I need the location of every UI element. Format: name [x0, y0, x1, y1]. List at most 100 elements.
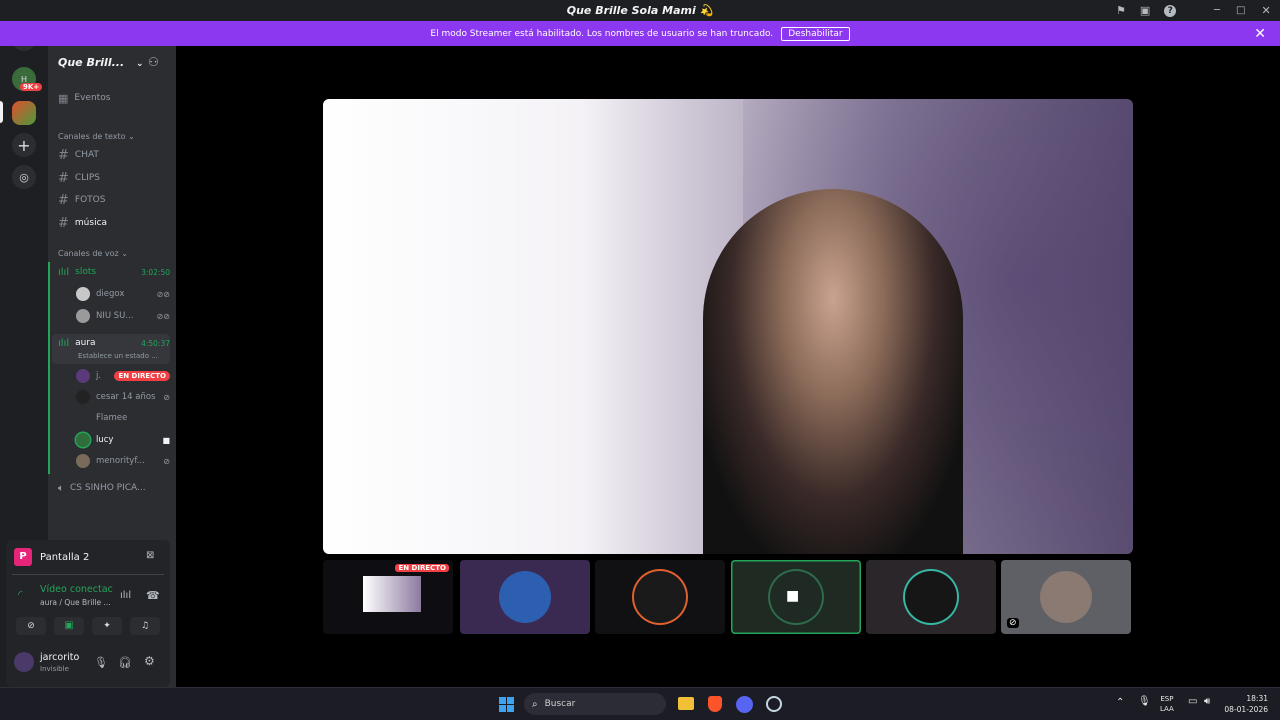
microphone-tray-icon[interactable]: 🎙︎ — [1138, 696, 1151, 707]
close-banner-icon[interactable]: ✕ — [1254, 26, 1266, 42]
screen-share-button[interactable]: ▣ — [54, 617, 84, 635]
screen-icon[interactable]: ▣ — [1140, 4, 1150, 17]
channel-chat[interactable]: # CHAT — [58, 147, 99, 163]
stream-preview-row[interactable]: P Pantalla 2 — [14, 548, 89, 566]
banner-text: El modo Streamer está habilitado. Los no… — [430, 28, 774, 39]
voice-user[interactable]: lucy ■ — [76, 431, 170, 449]
camera-off-button[interactable]: ⊘ — [16, 617, 46, 635]
add-server-icon[interactable]: + — [12, 133, 36, 157]
channel-fotos[interactable]: # FOTOS — [58, 192, 105, 208]
discord-taskbar-icon[interactable] — [736, 696, 753, 713]
channel-clips[interactable]: # CLIPS — [58, 170, 100, 186]
muted-deafened-icon: ⊘⊘ — [156, 311, 170, 321]
server-icon-que-brille[interactable] — [12, 101, 36, 125]
participant-tile[interactable]: ⊘ — [1001, 560, 1131, 634]
streamer-mode-banner: El modo Streamer está habilitado. Los no… — [0, 21, 1280, 46]
hash-icon: # — [58, 215, 69, 231]
discover-icon[interactable]: ◎ — [12, 165, 36, 189]
divider — [12, 574, 164, 575]
person-figure — [703, 189, 963, 554]
voice-channel-slots[interactable]: ılıl slots 3:02:50 — [58, 264, 170, 280]
hash-icon: # — [58, 170, 69, 186]
voice-user[interactable]: menorityf... ⊘ — [76, 452, 170, 470]
window-titlebar: Que Brille Sola Mami 💫 ⚑ ▣ ? ─ □ ✕ — [0, 0, 1280, 21]
participant-tile[interactable] — [460, 560, 590, 634]
invite-people-icon[interactable]: ⚇ — [148, 55, 159, 69]
video-stage: EN DIRECTO ■ ⊘ — [176, 46, 1280, 687]
voice-activity-icon: ılıl — [58, 337, 70, 349]
connection-signal-icon: ◜ — [18, 588, 23, 601]
events-item[interactable]: ▦ Eventos — [58, 90, 110, 106]
windows-start-icon[interactable] — [499, 697, 514, 712]
chevron-up-icon[interactable]: ⌃ — [1116, 697, 1124, 708]
noise-suppression-icon[interactable]: ılıl — [120, 590, 131, 601]
inbox-icon[interactable]: ⚑ — [1116, 4, 1126, 17]
steam-icon[interactable] — [766, 696, 782, 712]
voice-user[interactable]: Flamee — [76, 409, 170, 427]
user-avatar[interactable] — [14, 652, 34, 672]
language-indicator[interactable]: ESP LAA — [1160, 694, 1174, 714]
avatar — [76, 454, 90, 468]
disable-streamer-button[interactable]: Deshabilitar — [781, 26, 850, 41]
network-icon[interactable]: ▭ — [1188, 696, 1197, 707]
voice-user[interactable]: diegox ⊘⊘ — [76, 285, 170, 303]
voice-connector-line — [48, 262, 50, 474]
search-icon: ⌕ — [532, 698, 538, 710]
avatar — [76, 287, 90, 301]
live-badge: EN DIRECTO — [114, 371, 170, 381]
voice-category-header[interactable]: Canales de voz ⌄ — [58, 249, 128, 258]
brave-browser-icon[interactable] — [708, 696, 722, 712]
microphone-icon[interactable]: 🎙︎ — [94, 656, 108, 669]
user-panel: P Pantalla 2 ⊠ ◜ Vídeo conectac aura / Q… — [6, 540, 170, 687]
muted-icon: ⊘ — [163, 392, 170, 402]
volume-icon[interactable]: 🔊︎ — [1204, 696, 1210, 707]
participant-avatar — [905, 571, 957, 623]
headphones-icon[interactable]: 🎧︎ — [118, 656, 132, 669]
server-name[interactable]: Que Brill... ⌄ — [58, 56, 144, 69]
selected-indicator — [0, 101, 3, 123]
settings-gear-icon[interactable]: ⚙ — [144, 654, 155, 668]
participant-avatar — [634, 571, 686, 623]
stream-avatar: P — [14, 548, 32, 566]
user-status: Invisible — [40, 665, 69, 673]
participant-tile-camera[interactable]: ■ — [731, 560, 861, 634]
voice-channel-path[interactable]: aura / Que Brille ... — [40, 598, 111, 607]
voice-user[interactable]: j. EN DIRECTO — [76, 367, 170, 385]
stop-stream-icon[interactable]: ⊠ — [146, 550, 154, 561]
file-explorer-icon[interactable] — [678, 697, 694, 710]
channel-musica[interactable]: # música — [58, 215, 107, 231]
voice-channel-aura[interactable]: ılıl aura 4:50:37 — [58, 335, 170, 351]
maximize-icon[interactable]: □ — [1236, 5, 1245, 16]
avatar — [76, 309, 90, 323]
soundboard-button[interactable]: ♫ — [130, 617, 160, 635]
participant-tile[interactable] — [595, 560, 725, 634]
avatar — [76, 390, 90, 404]
voice-timer: 4:50:37 — [141, 338, 170, 348]
participant-avatar — [499, 571, 551, 623]
taskbar-search[interactable]: ⌕ Buscar — [524, 693, 666, 715]
help-icon[interactable]: ? — [1164, 4, 1177, 17]
voice-timer: 3:02:50 — [141, 267, 170, 277]
window-title: Que Brille Sola Mami 💫 — [566, 4, 714, 17]
disconnect-icon[interactable]: ☎ — [146, 589, 160, 602]
participant-tile[interactable] — [866, 560, 996, 634]
participant-tile-stream[interactable]: EN DIRECTO — [323, 560, 453, 634]
voice-user[interactable]: cesar 14 años ⊘ — [76, 388, 170, 406]
minimize-icon[interactable]: ─ — [1214, 5, 1220, 16]
text-category-header[interactable]: Canales de texto ⌄ — [58, 132, 135, 141]
voice-activity-icon: ılıl — [58, 266, 70, 278]
muted-icon: ⊘ — [1007, 618, 1019, 628]
clock[interactable]: 18:31 08-01-2026 — [1222, 693, 1268, 715]
voice-user[interactable]: NIU SU... ⊘⊘ — [76, 307, 170, 325]
channel-status: Establece un estado ... — [78, 352, 158, 360]
live-badge: EN DIRECTO — [395, 564, 449, 572]
voice-channel-cs[interactable]: 🔈︎ CS SINHO PICA... — [58, 480, 146, 496]
username[interactable]: jarcorito — [40, 652, 79, 663]
hash-icon: # — [58, 147, 69, 163]
main-video-feed[interactable] — [323, 99, 1133, 554]
voice-status: Vídeo conectac — [40, 584, 113, 595]
avatar — [76, 411, 90, 425]
activities-button[interactable]: ✦ — [92, 617, 122, 635]
close-window-icon[interactable]: ✕ — [1261, 4, 1270, 17]
participant-avatar — [1040, 571, 1092, 623]
